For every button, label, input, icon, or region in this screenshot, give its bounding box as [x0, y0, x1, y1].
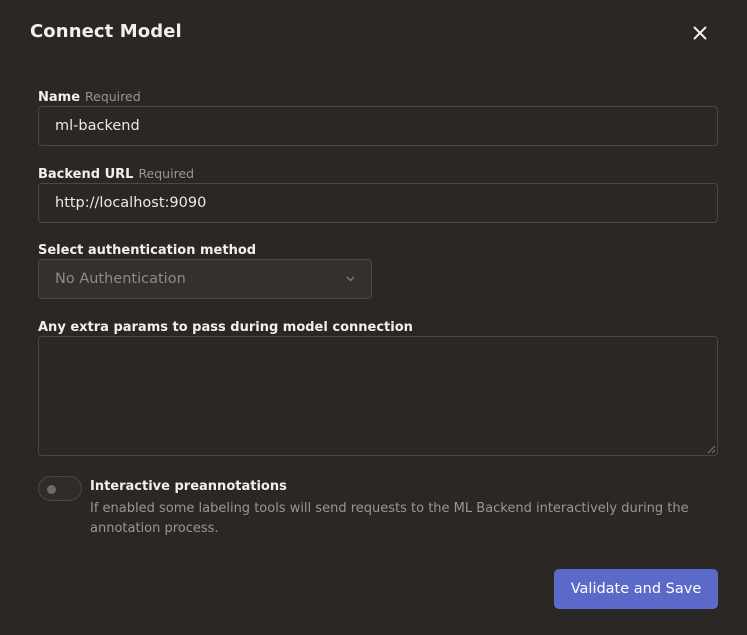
auth-method-select[interactable]: No Authentication	[38, 259, 372, 299]
name-input-value: ml-backend	[55, 118, 140, 134]
backend-url-label: Backend URL Required	[38, 166, 194, 182]
resize-handle-icon[interactable]	[706, 444, 716, 454]
backend-url-required-hint: Required	[138, 166, 195, 181]
close-icon	[693, 26, 707, 40]
backend-url-input-value: http://localhost:9090	[55, 195, 207, 211]
auth-method-selected-value: No Authentication	[55, 271, 186, 287]
extra-params-textarea[interactable]	[38, 336, 718, 456]
backend-url-input[interactable]: http://localhost:9090	[38, 183, 718, 223]
name-label: Name Required	[38, 89, 141, 105]
backend-url-label-text: Backend URL	[38, 167, 134, 182]
dialog-title: Connect Model	[30, 21, 182, 42]
extra-params-label: Any extra params to pass during model co…	[38, 320, 413, 335]
toggle-knob	[47, 485, 56, 494]
name-required-hint: Required	[85, 89, 141, 104]
auth-method-label: Select authentication method	[38, 243, 257, 258]
close-button[interactable]	[688, 21, 712, 45]
interactive-preannotations-title: Interactive preannotations	[90, 479, 287, 494]
name-label-text: Name	[38, 90, 81, 105]
validate-and-save-button[interactable]: Validate and Save	[554, 569, 718, 609]
connect-model-dialog: Connect Model Name Required ml-backend Ba…	[0, 0, 747, 635]
interactive-preannotations-description: If enabled some labeling tools will send…	[90, 501, 689, 536]
name-input[interactable]: ml-backend	[38, 106, 718, 146]
chevron-down-icon	[346, 276, 355, 282]
interactive-preannotations-toggle[interactable]	[38, 476, 82, 501]
